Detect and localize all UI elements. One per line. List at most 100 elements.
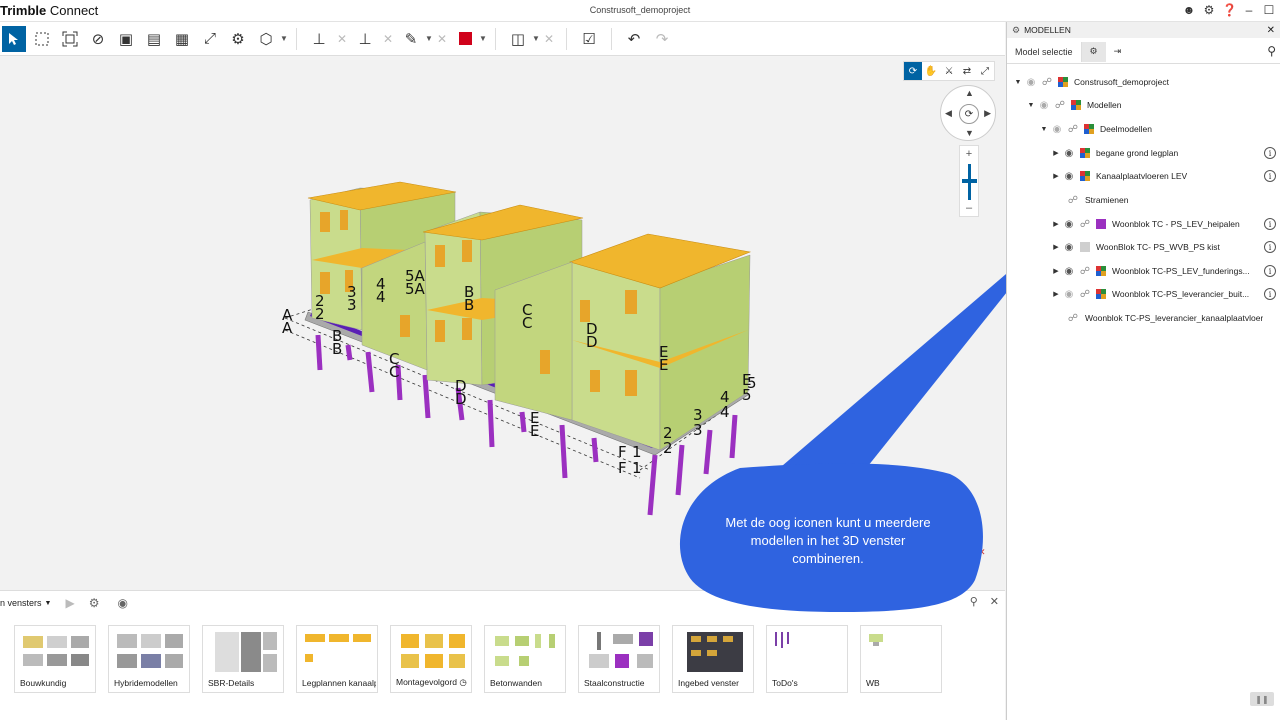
close-icon[interactable]: ✕ xyxy=(990,595,999,608)
info-icon[interactable]: i xyxy=(1264,147,1276,159)
zoom-handle[interactable] xyxy=(962,179,977,183)
eye-icon[interactable]: ◉ xyxy=(1061,219,1077,230)
panel-resize-handle[interactable]: ❚❚ xyxy=(1250,692,1274,706)
navigation-wheel[interactable]: ▲ ▼ ◀ ▶ ⟳ xyxy=(940,85,996,141)
link-icon[interactable]: ☍ xyxy=(1065,313,1081,324)
tree-row-kanaalplaatvloer[interactable]: ☍ Woonblok TC-PS_leverancier_kanaalplaat… xyxy=(1065,308,1263,328)
link-icon[interactable]: ☍ xyxy=(1039,77,1055,88)
3d-viewport[interactable]: A A 2 2 3 3 4 4 5A 5A B B B B C C C C D … xyxy=(0,57,1005,590)
object-button[interactable]: ⚙ xyxy=(226,26,250,52)
expand-arrow-icon[interactable]: ▶ xyxy=(1051,243,1061,251)
eye-icon[interactable]: ◉ xyxy=(1061,242,1077,253)
view-card-legplannen[interactable]: Legplannen kanaalp xyxy=(296,625,378,693)
eye-icon[interactable]: ◉ xyxy=(1036,100,1052,111)
tree-row-deelmodellen[interactable]: ▼ ◉ ☍ Deelmodellen xyxy=(1039,119,1152,139)
expand-arrow-icon[interactable]: ▶ xyxy=(1051,290,1061,298)
collapse-arrow-icon[interactable]: ▼ xyxy=(1039,126,1049,133)
zoom-in-icon[interactable]: + xyxy=(960,148,978,160)
zoom-slider[interactable]: + – xyxy=(959,145,979,217)
pen-clear-button[interactable]: ✕ xyxy=(435,26,449,52)
link-icon[interactable]: ☍ xyxy=(1065,124,1081,135)
box-select-button[interactable] xyxy=(30,26,54,52)
camera-icon[interactable]: ◉ xyxy=(117,596,127,610)
view-card-betonwanden[interactable]: Betonwanden xyxy=(484,625,566,693)
view-card-sbr-details[interactable]: SBR-Details xyxy=(202,625,284,693)
view-card-wvb[interactable]: WB xyxy=(860,625,942,693)
clip-button[interactable]: ▦ xyxy=(170,26,194,52)
select-tool-button[interactable] xyxy=(2,25,26,52)
pen-button[interactable]: ✎ xyxy=(399,26,423,52)
search-icon[interactable]: ⚲ xyxy=(970,595,978,608)
undo-button[interactable]: ↶ xyxy=(622,26,646,52)
level-clear-button[interactable]: ✕ xyxy=(381,26,395,52)
view-card-bouwkundig[interactable]: Bouwkundig xyxy=(14,625,96,693)
view-card-todos[interactable]: ToDo's xyxy=(766,625,848,693)
fullscreen-icon[interactable]: ⤢ xyxy=(976,62,994,80)
view-card-staalconstructie[interactable]: Staalconstructie xyxy=(578,625,660,693)
eye-icon[interactable]: ◉ xyxy=(1023,77,1039,88)
tab-export[interactable]: ⇥ xyxy=(1106,42,1130,62)
check-button[interactable]: ☑ xyxy=(577,26,601,52)
tree-row-buiten[interactable]: ▶ ◉ ☍ Woonblok TC-PS_leverancier_buit... xyxy=(1051,284,1249,304)
view-card-hybridemodellen[interactable]: Hybridemodellen xyxy=(108,625,190,693)
chevron-up-icon[interactable]: ▲ xyxy=(965,88,974,98)
link-icon[interactable]: ☍ xyxy=(1052,100,1068,111)
expand-arrow-icon[interactable]: ▶ xyxy=(1051,267,1061,275)
collapse-arrow-icon[interactable]: ▼ xyxy=(1026,102,1036,109)
info-icon[interactable]: i xyxy=(1264,218,1276,230)
tree-row-wvb-kist[interactable]: ▶ ◉ WoonBlok TC- PS_WVB_PS kist xyxy=(1051,237,1220,257)
panel-gear-icon[interactable]: ⚙ xyxy=(1012,25,1020,36)
redo-button[interactable]: ↷ xyxy=(650,26,674,52)
tree-row-modellen[interactable]: ▼ ◉ ☍ Modellen xyxy=(1026,95,1122,115)
expand-arrow-icon[interactable]: ▶ xyxy=(1051,149,1061,157)
eye-icon[interactable]: ◉ xyxy=(1061,148,1077,159)
building-model[interactable]: A A 2 2 3 3 4 4 5A 5A B B B B C C C C D … xyxy=(0,57,1005,590)
info-icon[interactable]: i xyxy=(1264,241,1276,253)
cube-button[interactable]: ⬡ xyxy=(254,26,278,52)
info-icon[interactable]: i xyxy=(1264,288,1276,300)
collapse-arrow-icon[interactable]: ▼ xyxy=(1013,79,1023,86)
view-card-montagevolgorde[interactable]: Montagevolgord ◷ xyxy=(390,625,472,693)
tree-row-begane-grond[interactable]: ▶ ◉ begane grond legplan xyxy=(1051,143,1178,163)
tree-row-kanaalplaatvloeren[interactable]: ▶ ◉ Kanaalplaatvloeren LEV xyxy=(1051,166,1187,186)
measure-clear-button[interactable]: ✕ xyxy=(335,26,349,52)
eye-icon[interactable]: ◉ xyxy=(1049,124,1065,135)
info-icon[interactable]: i xyxy=(1264,265,1276,277)
section-button[interactable]: ▤ xyxy=(142,26,166,52)
expand-button[interactable]: ⤢ xyxy=(198,26,222,52)
fit-view-button[interactable] xyxy=(58,26,82,52)
walk-icon[interactable]: ⚔ xyxy=(940,62,958,80)
swap-icon[interactable]: ⇄ xyxy=(958,62,976,80)
chevron-down-icon[interactable]: ▼ xyxy=(965,128,974,138)
hide-button[interactable]: ⊘ xyxy=(86,26,110,52)
level-button[interactable]: ⊥ xyxy=(353,26,377,52)
tree-row-project[interactable]: ▼ ◉ ☍ Construsoft_demoproject xyxy=(1013,72,1169,92)
tree-row-funderings[interactable]: ▶ ◉ ☍ Woonblok TC-PS_LEV_funderings... xyxy=(1051,261,1249,281)
chevron-right-icon[interactable]: ▶ xyxy=(984,108,991,119)
color-dropdown[interactable]: ▼ xyxy=(479,26,487,52)
pen-dropdown[interactable]: ▼ xyxy=(425,26,433,52)
split-dropdown[interactable]: ▼ xyxy=(532,26,540,52)
play-icon[interactable]: ▶ xyxy=(65,596,74,610)
orbit-center-icon[interactable]: ⟳ xyxy=(959,104,979,124)
cube-dropdown[interactable]: ▼ xyxy=(280,26,288,52)
views-dropdown[interactable]: n vensters ▼ xyxy=(0,598,51,608)
chevron-left-icon[interactable]: ◀ xyxy=(945,108,952,119)
zoom-out-icon[interactable]: – xyxy=(960,202,978,214)
maximize-icon[interactable]: ☐ xyxy=(1262,3,1276,17)
color-button[interactable] xyxy=(453,26,477,52)
user-icon[interactable]: ☻ xyxy=(1182,3,1196,17)
eye-icon[interactable]: ◉ xyxy=(1061,171,1077,182)
view-card-ingebed-venster[interactable]: Ingebed venster xyxy=(672,625,754,693)
tree-row-heipalen[interactable]: ▶ ◉ ☍ Woonblok TC - PS_LEV_heipalen xyxy=(1051,214,1239,234)
close-icon[interactable]: ✕ xyxy=(1267,25,1275,36)
link-icon[interactable]: ☍ xyxy=(1077,289,1093,300)
search-icon[interactable]: ⚲ xyxy=(1267,44,1276,58)
eye-icon[interactable]: ◉ xyxy=(1061,289,1077,300)
expand-arrow-icon[interactable]: ▶ xyxy=(1051,220,1061,228)
gear-icon[interactable]: ⚙ xyxy=(89,596,100,610)
eye-icon[interactable]: ◉ xyxy=(1061,266,1077,277)
tab-model-selection[interactable]: Model selectie xyxy=(1007,41,1082,62)
minimize-icon[interactable]: – xyxy=(1242,3,1256,17)
help-icon[interactable]: ❓ xyxy=(1222,3,1237,17)
